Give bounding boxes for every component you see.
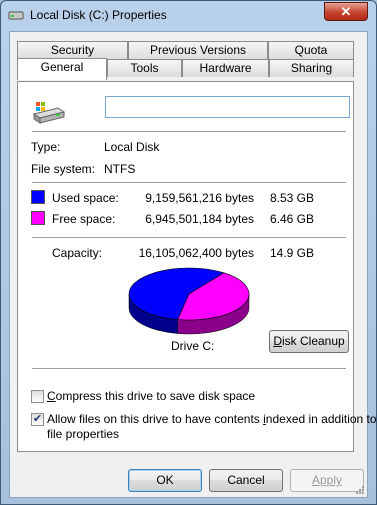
tab-label: Sharing bbox=[290, 61, 333, 75]
index-pre: Allow files on this drive to have conten… bbox=[47, 412, 264, 426]
tab-previous-versions[interactable]: Previous Versions bbox=[128, 41, 268, 59]
free-space-size: 6.46 GB bbox=[269, 212, 314, 226]
cancel-button[interactable]: Cancel bbox=[209, 469, 283, 492]
free-space-label: Free space: bbox=[52, 212, 116, 226]
capacity-label: Capacity: bbox=[52, 246, 103, 260]
disk-usage-pie-chart bbox=[128, 267, 250, 335]
disk-cleanup-label: isk Cleanup bbox=[281, 334, 345, 348]
tab-tools[interactable]: Tools bbox=[107, 59, 182, 77]
divider bbox=[32, 368, 346, 369]
title-bar[interactable]: Local Disk (C:) Properties ✕ bbox=[1, 1, 376, 29]
file-system-label: File system: bbox=[31, 162, 96, 176]
tab-label: General bbox=[40, 60, 84, 74]
compress-drive-label: Compress this drive to save disk space bbox=[47, 389, 255, 403]
resize-grip-icon[interactable] bbox=[355, 485, 365, 495]
dialog-body: Security Previous Versions Quota General… bbox=[9, 31, 377, 498]
tab-hardware[interactable]: Hardware bbox=[182, 59, 269, 77]
apply-label: Apply bbox=[311, 473, 343, 487]
apply-button[interactable]: Apply bbox=[290, 469, 364, 492]
hard-drive-icon bbox=[32, 102, 66, 124]
allow-indexing-label-line2: file properties bbox=[47, 427, 120, 441]
used-space-size: 8.53 GB bbox=[269, 191, 314, 205]
disk-cleanup-button[interactable]: Disk Cleanup bbox=[269, 330, 349, 353]
used-space-bytes: 9,159,561,216 bytes bbox=[145, 191, 254, 205]
used-space-label: Used space: bbox=[52, 191, 119, 205]
tab-general[interactable]: General bbox=[17, 58, 107, 80]
compress-mnemonic: C bbox=[47, 389, 56, 403]
tab-label: Security bbox=[50, 43, 95, 57]
ok-button[interactable]: OK bbox=[128, 469, 202, 492]
tab-label: Hardware bbox=[199, 61, 252, 75]
tab-label: Quota bbox=[294, 43, 328, 57]
tab-security[interactable]: Security bbox=[17, 41, 128, 59]
drive-icon bbox=[8, 11, 24, 20]
tab-quota[interactable]: Quota bbox=[268, 41, 354, 59]
tab-sharing[interactable]: Sharing bbox=[269, 59, 354, 77]
volume-name-input[interactable] bbox=[105, 96, 350, 118]
cancel-label: Cancel bbox=[227, 473, 265, 487]
tab-label: Tools bbox=[130, 61, 159, 75]
drive-label: Drive C: bbox=[171, 339, 215, 353]
capacity-bytes: 16,105,062,400 bytes bbox=[138, 246, 254, 260]
divider bbox=[32, 182, 346, 183]
close-icon: ✕ bbox=[340, 4, 352, 19]
compress-drive-checkbox[interactable] bbox=[31, 390, 44, 403]
ok-label: OK bbox=[156, 473, 174, 487]
disk-cleanup-mnemonic: D bbox=[273, 334, 282, 348]
free-space-swatch bbox=[31, 211, 45, 225]
divider bbox=[32, 237, 346, 238]
properties-window: Local Disk (C:) Properties ✕ Security Pr… bbox=[0, 0, 377, 505]
divider bbox=[32, 131, 346, 132]
type-value: Local Disk bbox=[104, 140, 160, 154]
compress-rest: ompress this drive to save disk space bbox=[55, 389, 256, 403]
used-space-swatch bbox=[31, 190, 45, 204]
allow-indexing-label: Allow files on this drive to have conten… bbox=[47, 412, 377, 426]
capacity-size: 14.9 GB bbox=[269, 246, 314, 260]
type-label: Type: bbox=[31, 140, 61, 154]
file-system-value: NTFS bbox=[104, 162, 136, 176]
allow-indexing-checkbox[interactable]: ✔ bbox=[31, 413, 44, 426]
free-space-bytes: 6,945,501,184 bytes bbox=[145, 212, 254, 226]
tab-label: Previous Versions bbox=[149, 43, 247, 57]
window-title: Local Disk (C:) Properties bbox=[30, 8, 167, 22]
close-button[interactable]: ✕ bbox=[324, 2, 368, 21]
index-rest: ndexed in addition to bbox=[265, 412, 377, 426]
